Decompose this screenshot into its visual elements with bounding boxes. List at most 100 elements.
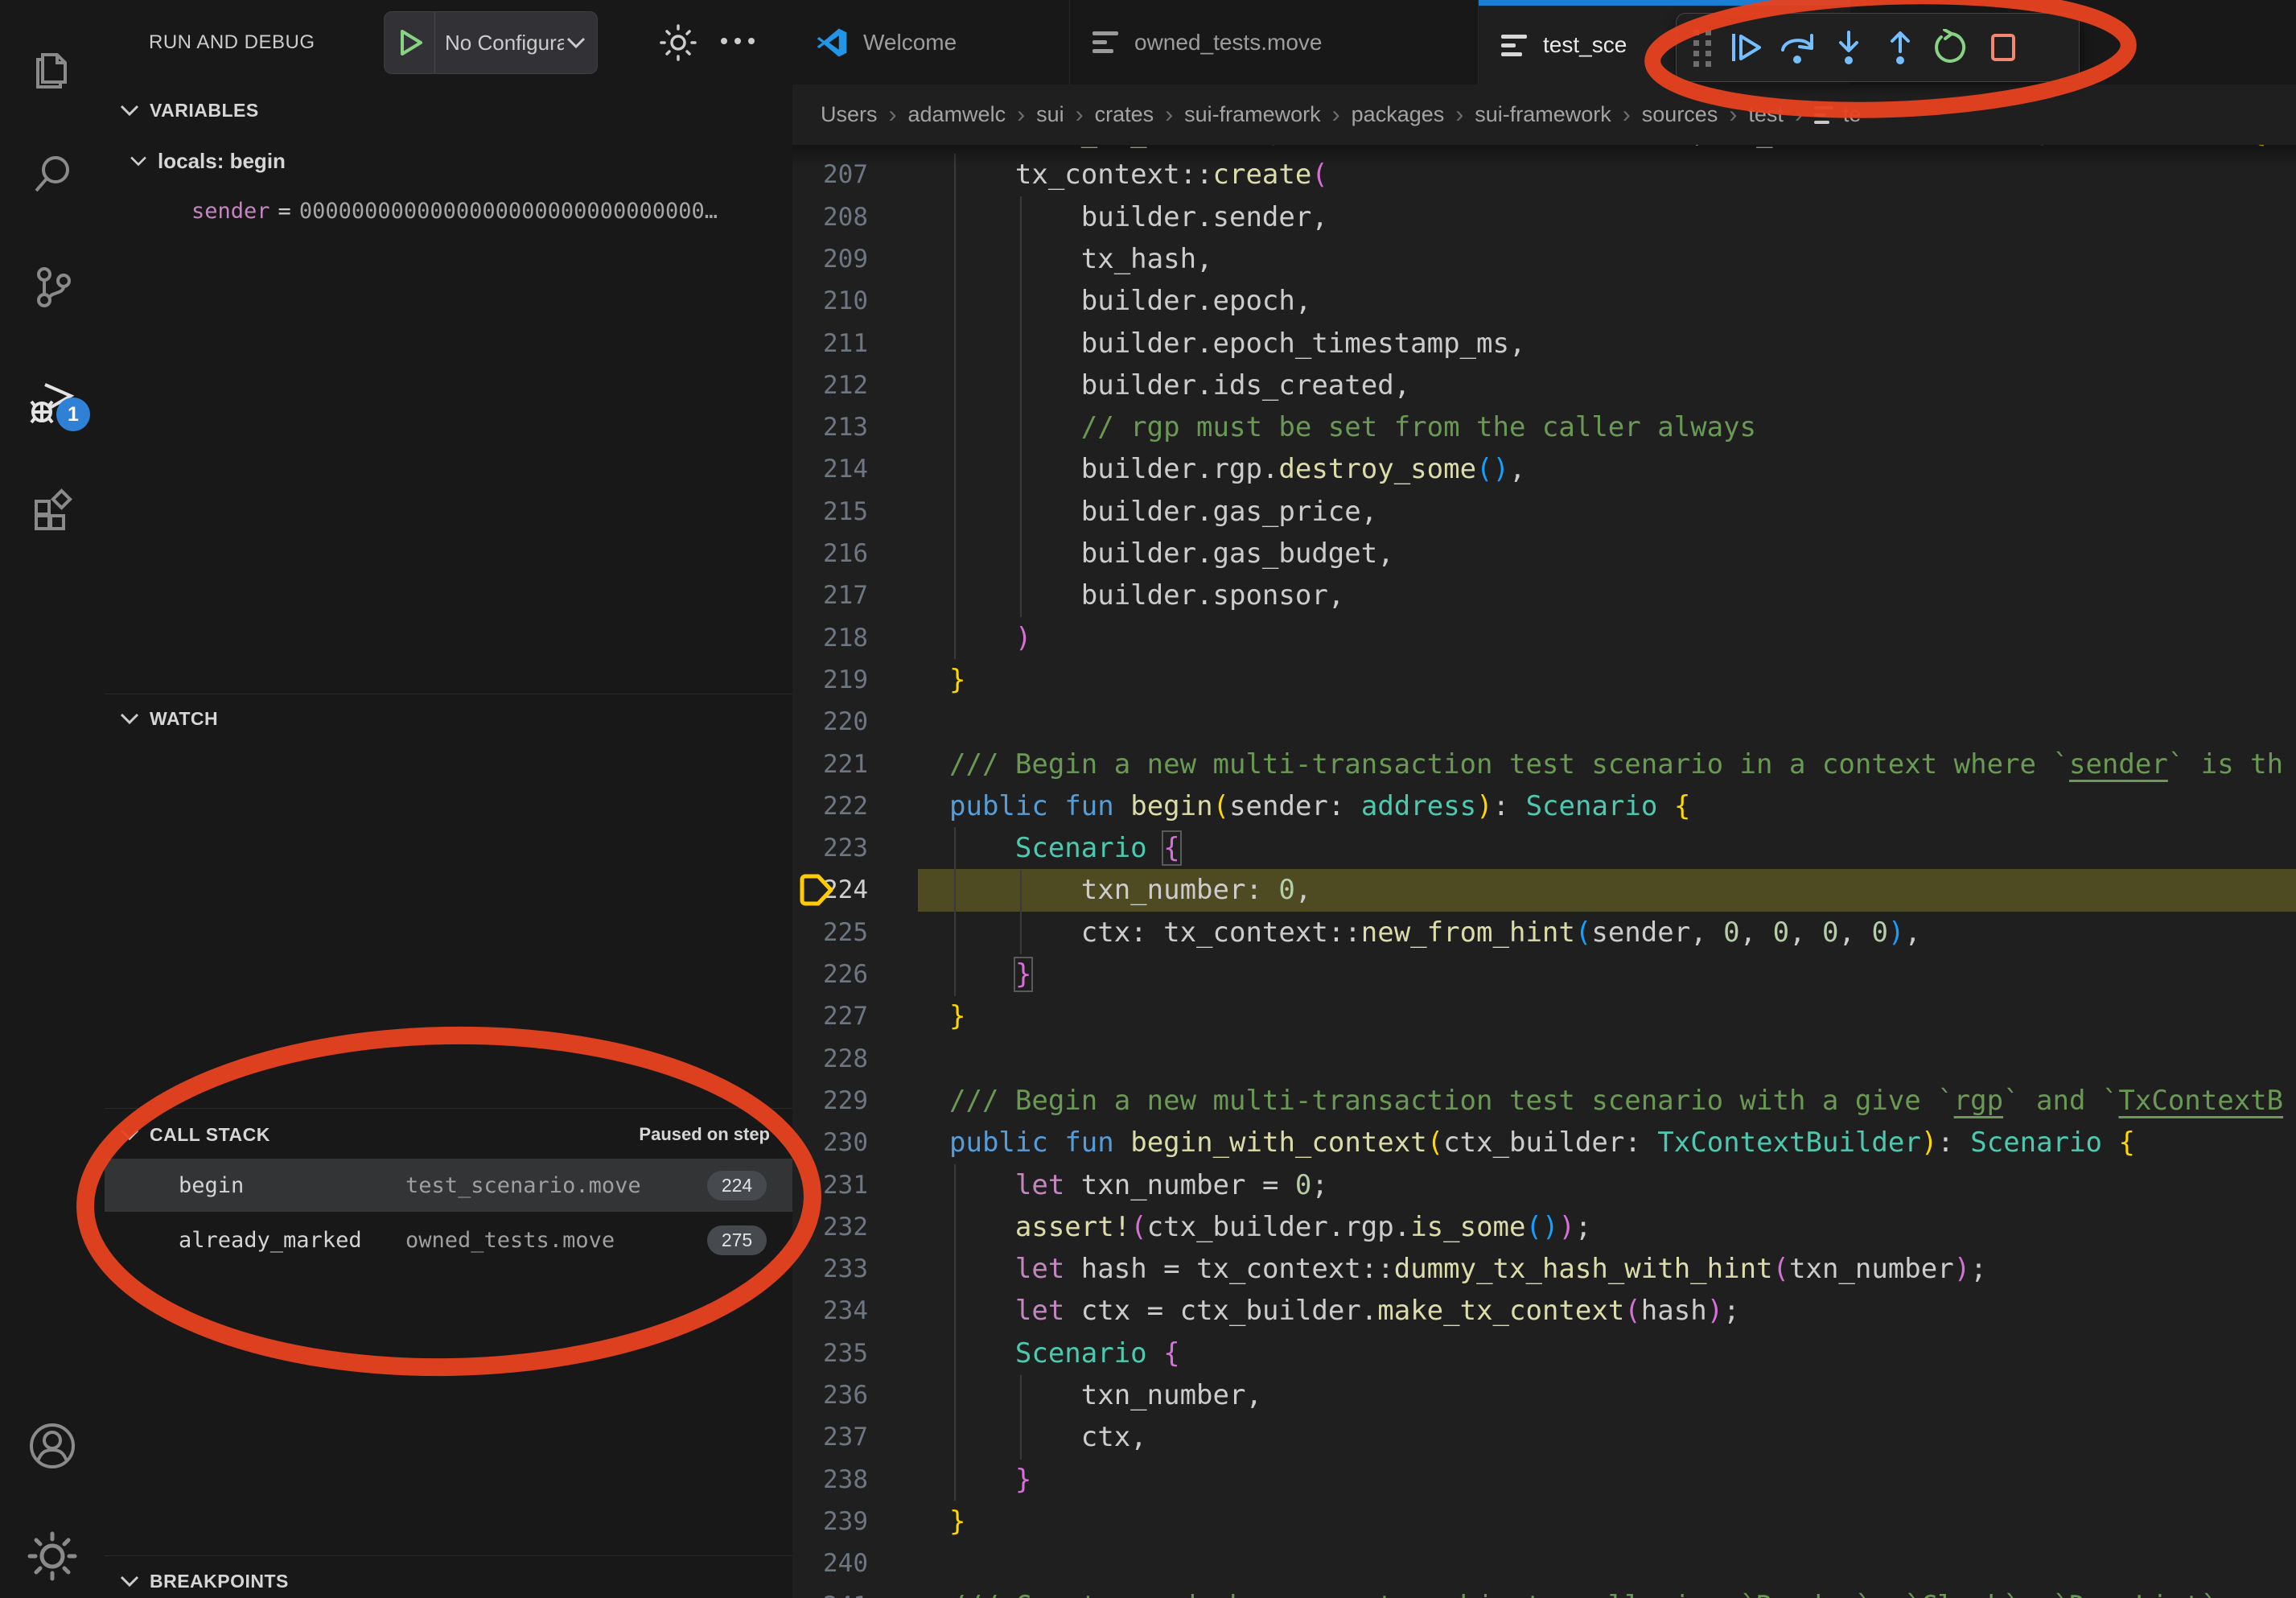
code-line[interactable]: // rgp must be set from the caller alway… bbox=[949, 406, 1756, 449]
code-line[interactable]: } bbox=[949, 995, 965, 1038]
code-line[interactable]: builder.gas_budget, bbox=[949, 533, 1394, 575]
step-over-button[interactable] bbox=[1771, 22, 1823, 73]
gutter[interactable]: 2062072082092102112122132142152162172182… bbox=[792, 0, 889, 1598]
breadcrumb-item[interactable]: Users bbox=[821, 102, 878, 127]
call-stack-frame[interactable]: begin test_scenario.move 224 bbox=[105, 1159, 792, 1212]
code-line[interactable]: /// Begin a new multi-transaction test s… bbox=[949, 1080, 2283, 1122]
line-number[interactable]: 217 bbox=[823, 575, 868, 617]
activity-search[interactable] bbox=[0, 139, 105, 210]
line-number[interactable]: 208 bbox=[823, 196, 868, 239]
line-number[interactable]: 220 bbox=[823, 701, 868, 743]
breadcrumb-item[interactable]: adamwelc bbox=[908, 102, 1006, 127]
code-line[interactable]: tx_hash, bbox=[949, 238, 1213, 281]
stop-button[interactable] bbox=[1977, 22, 2029, 73]
code-line[interactable]: builder.gas_price, bbox=[949, 491, 1377, 533]
line-number[interactable]: 230 bbox=[823, 1122, 868, 1164]
code-line[interactable]: txn_number: 0, bbox=[949, 869, 1311, 912]
activity-explorer[interactable] bbox=[0, 32, 105, 103]
more-actions-icon[interactable] bbox=[718, 32, 758, 50]
line-number[interactable]: 240 bbox=[823, 1542, 868, 1585]
line-number[interactable]: 222 bbox=[823, 785, 868, 828]
code-line[interactable]: public fun begin_with_context(ctx_builde… bbox=[949, 1122, 2135, 1164]
code-line[interactable]: /// Begin a new multi-transaction test s… bbox=[949, 743, 2283, 786]
activity-extensions[interactable] bbox=[0, 476, 105, 546]
breadcrumb-item[interactable]: crates bbox=[1095, 102, 1154, 127]
breadcrumb-item[interactable]: packages bbox=[1352, 102, 1445, 127]
start-debug-icon[interactable] bbox=[397, 27, 425, 58]
breadcrumb-item[interactable]: sui-framework bbox=[1184, 102, 1321, 127]
section-breakpoints[interactable]: BREAKPOINTS bbox=[105, 1561, 792, 1598]
section-call-stack[interactable]: CALL STACK Paused on step bbox=[105, 1114, 792, 1155]
code-line[interactable]: builder.sender, bbox=[949, 196, 1328, 239]
code-line[interactable]: builder.sponsor, bbox=[949, 575, 1344, 617]
line-number[interactable]: 232 bbox=[823, 1206, 868, 1249]
step-out-button[interactable] bbox=[1874, 22, 1926, 73]
code-line[interactable]: builder.epoch_timestamp_ms, bbox=[949, 323, 1525, 365]
code-line[interactable]: ctx, bbox=[949, 1416, 1147, 1459]
line-number[interactable]: 223 bbox=[823, 827, 868, 870]
line-number[interactable]: 227 bbox=[823, 995, 868, 1038]
line-number[interactable]: 236 bbox=[823, 1374, 868, 1417]
code-line[interactable]: assert!(ctx_builder.rgp.is_some()); bbox=[949, 1206, 1591, 1249]
breadcrumb-item[interactable]: sui bbox=[1036, 102, 1064, 127]
line-number[interactable]: 229 bbox=[823, 1080, 868, 1122]
section-variables[interactable]: VARIABLES bbox=[105, 90, 792, 130]
line-number[interactable]: 215 bbox=[823, 491, 868, 533]
continue-button[interactable] bbox=[1720, 22, 1771, 73]
debug-settings-gear-icon[interactable] bbox=[660, 24, 697, 61]
code-line[interactable]: Scenario { bbox=[949, 1332, 1180, 1375]
line-number[interactable]: 237 bbox=[823, 1416, 868, 1459]
tab-owned-tests[interactable]: owned_tests.move bbox=[1070, 0, 1479, 84]
line-number[interactable]: 228 bbox=[823, 1038, 868, 1081]
code-line[interactable]: } bbox=[949, 953, 1031, 996]
line-number[interactable]: 212 bbox=[823, 364, 868, 407]
code-line[interactable]: ctx: tx_context::new_from_hint(sender, 0… bbox=[949, 912, 1921, 954]
code-line[interactable]: tx_context::create( bbox=[949, 154, 1328, 196]
line-number[interactable]: 239 bbox=[823, 1501, 868, 1543]
line-number[interactable]: 238 bbox=[823, 1459, 868, 1501]
tab-welcome[interactable]: Welcome bbox=[792, 0, 1070, 84]
code-line[interactable]: txn_number, bbox=[949, 1374, 1262, 1417]
code-line[interactable]: public fun begin(sender: address): Scena… bbox=[949, 785, 1690, 828]
activity-settings[interactable] bbox=[0, 1521, 105, 1592]
code-line[interactable]: } bbox=[949, 659, 965, 702]
section-watch[interactable]: WATCH bbox=[105, 698, 792, 739]
variables-scope-row[interactable]: locals: begin bbox=[129, 142, 286, 180]
line-number[interactable]: 210 bbox=[823, 280, 868, 323]
line-number[interactable]: 211 bbox=[823, 323, 868, 365]
step-into-button[interactable] bbox=[1823, 22, 1874, 73]
code-line[interactable]: let ctx = ctx_builder.make_tx_context(ha… bbox=[949, 1290, 1740, 1332]
drag-handle-icon[interactable] bbox=[1685, 22, 1720, 73]
line-number[interactable]: 226 bbox=[823, 953, 868, 996]
code-region[interactable]: 2062072082092102112122132142152162172182… bbox=[792, 0, 2296, 1598]
line-number[interactable]: 209 bbox=[823, 238, 868, 281]
variable-row[interactable]: sender = 0000000000000000000000000000000… bbox=[191, 192, 779, 230]
breadcrumb-file[interactable]: te bbox=[1843, 102, 1862, 127]
line-number[interactable]: 241 bbox=[823, 1585, 868, 1598]
line-number[interactable]: 234 bbox=[823, 1290, 868, 1332]
restart-button[interactable] bbox=[1926, 22, 1977, 73]
line-number[interactable]: 207 bbox=[823, 154, 868, 196]
line-number[interactable]: 221 bbox=[823, 743, 868, 786]
code-line[interactable]: Scenario { bbox=[949, 827, 1180, 870]
code-line[interactable]: builder.rgp.destroy_some(), bbox=[949, 448, 1525, 491]
line-number[interactable]: 233 bbox=[823, 1248, 868, 1291]
activity-accounts[interactable] bbox=[0, 1411, 105, 1481]
line-number[interactable]: 213 bbox=[823, 406, 868, 449]
code-line[interactable]: let txn_number = 0; bbox=[949, 1164, 1328, 1207]
line-number[interactable]: 231 bbox=[823, 1164, 868, 1207]
code-line[interactable]: } bbox=[949, 1501, 965, 1543]
breadcrumb-item[interactable]: test bbox=[1748, 102, 1784, 127]
code-line[interactable]: } bbox=[949, 1459, 1031, 1501]
debug-config-dropdown[interactable]: No Configura bbox=[384, 11, 598, 74]
line-number[interactable]: 218 bbox=[823, 617, 868, 660]
line-number[interactable]: 225 bbox=[823, 912, 868, 954]
code-line[interactable]: builder.epoch, bbox=[949, 280, 1311, 323]
code-line[interactable]: /// Creates and shares system objects, a… bbox=[949, 1585, 2217, 1598]
activity-source-control[interactable] bbox=[0, 252, 105, 323]
code-line[interactable]: ) bbox=[949, 617, 1031, 660]
activity-run-and-debug[interactable] bbox=[0, 366, 105, 437]
line-number[interactable]: 214 bbox=[823, 448, 868, 491]
call-stack-frame[interactable]: already_marked owned_tests.move 275 bbox=[105, 1213, 792, 1266]
line-number[interactable]: 216 bbox=[823, 533, 868, 575]
